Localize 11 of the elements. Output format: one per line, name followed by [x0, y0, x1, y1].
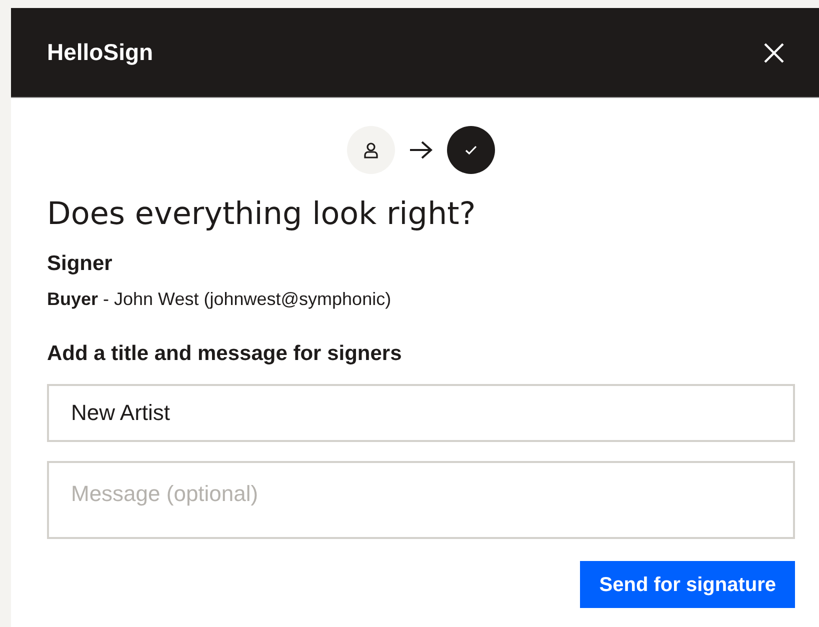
close-icon — [763, 42, 785, 64]
page-heading: Does everything look right? — [47, 195, 477, 234]
section-label: Add a title and message for signers — [47, 340, 403, 366]
send-button[interactable]: Send for signature — [580, 561, 795, 608]
title-field[interactable]: New Artist — [47, 384, 795, 442]
section-label: Signer — [47, 251, 114, 277]
message-field[interactable]: Message (optional) — [47, 461, 795, 539]
person-icon — [362, 141, 380, 159]
arrow-icon — [409, 140, 433, 160]
signer-detail: Buyer - John West (johnwest@symphonic) — [47, 288, 392, 311]
app-title: HelloSign — [47, 38, 154, 68]
